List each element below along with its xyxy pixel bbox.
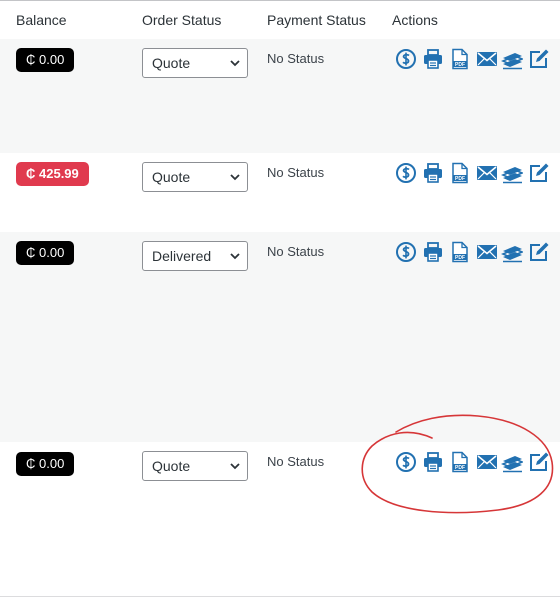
- payment-status-text: No Status: [267, 51, 325, 66]
- payment-status-text: No Status: [267, 165, 325, 180]
- shipping-icon[interactable]: [501, 241, 523, 263]
- svg-text:PDF: PDF: [455, 62, 465, 68]
- payment-status-text: No Status: [267, 454, 325, 469]
- order-status-select[interactable]: Quote: [142, 451, 248, 481]
- edit-icon[interactable]: [528, 241, 550, 263]
- svg-text:PDF: PDF: [455, 255, 465, 261]
- edit-icon[interactable]: [528, 162, 550, 184]
- table-row: ₵ 0.00 Delivered No Status PDF: [0, 232, 560, 442]
- edit-icon[interactable]: [528, 48, 550, 70]
- chevron-down-icon: [230, 463, 240, 470]
- email-icon[interactable]: [476, 451, 498, 473]
- balance-badge: ₵ 0.00: [16, 452, 75, 476]
- edit-icon[interactable]: [528, 451, 550, 473]
- print-icon[interactable]: [422, 241, 444, 263]
- balance-badge: ₵ 425.99: [16, 162, 89, 186]
- payment-status-text: No Status: [267, 244, 325, 259]
- print-icon[interactable]: [422, 48, 444, 70]
- svg-text:PDF: PDF: [455, 176, 465, 182]
- orders-table: Balance Order Status Payment Status Acti…: [0, 0, 560, 597]
- table-header: Balance Order Status Payment Status Acti…: [0, 1, 560, 40]
- payment-icon[interactable]: [395, 162, 417, 184]
- order-status-value: Delivered: [152, 248, 212, 264]
- shipping-icon[interactable]: [501, 162, 523, 184]
- chevron-down-icon: [230, 253, 240, 260]
- column-header-actions: Actions: [392, 12, 438, 28]
- payment-icon[interactable]: [395, 241, 417, 263]
- payment-icon[interactable]: [395, 451, 417, 473]
- order-status-select[interactable]: Quote: [142, 162, 248, 192]
- shipping-icon[interactable]: [501, 48, 523, 70]
- order-status-value: Quote: [152, 458, 191, 474]
- email-icon[interactable]: [476, 48, 498, 70]
- pdf-icon[interactable]: PDF: [449, 451, 471, 473]
- chevron-down-icon: [230, 174, 240, 181]
- email-icon[interactable]: [476, 162, 498, 184]
- print-icon[interactable]: [422, 162, 444, 184]
- shipping-icon[interactable]: [501, 451, 523, 473]
- print-icon[interactable]: [422, 451, 444, 473]
- pdf-icon[interactable]: PDF: [449, 162, 471, 184]
- pdf-icon[interactable]: PDF: [449, 48, 471, 70]
- order-status-select[interactable]: Quote: [142, 48, 248, 78]
- column-header-payment-status[interactable]: Payment Status: [267, 12, 366, 28]
- pdf-icon[interactable]: PDF: [449, 241, 471, 263]
- table-row: ₵ 425.99 Quote No Status PDF: [0, 153, 560, 232]
- table-row: ₵ 0.00 Quote No Status PDF: [0, 39, 560, 153]
- balance-badge: ₵ 0.00: [16, 48, 75, 72]
- table-row: ₵ 0.00 Quote No Status PDF: [0, 442, 560, 597]
- svg-text:PDF: PDF: [455, 465, 465, 471]
- order-status-select[interactable]: Delivered: [142, 241, 248, 271]
- column-header-balance[interactable]: Balance: [16, 12, 67, 28]
- order-status-value: Quote: [152, 169, 191, 185]
- balance-badge: ₵ 0.00: [16, 241, 75, 265]
- email-icon[interactable]: [476, 241, 498, 263]
- order-status-value: Quote: [152, 55, 191, 71]
- chevron-down-icon: [230, 60, 240, 67]
- column-header-order-status[interactable]: Order Status: [142, 12, 221, 28]
- payment-icon[interactable]: [395, 48, 417, 70]
